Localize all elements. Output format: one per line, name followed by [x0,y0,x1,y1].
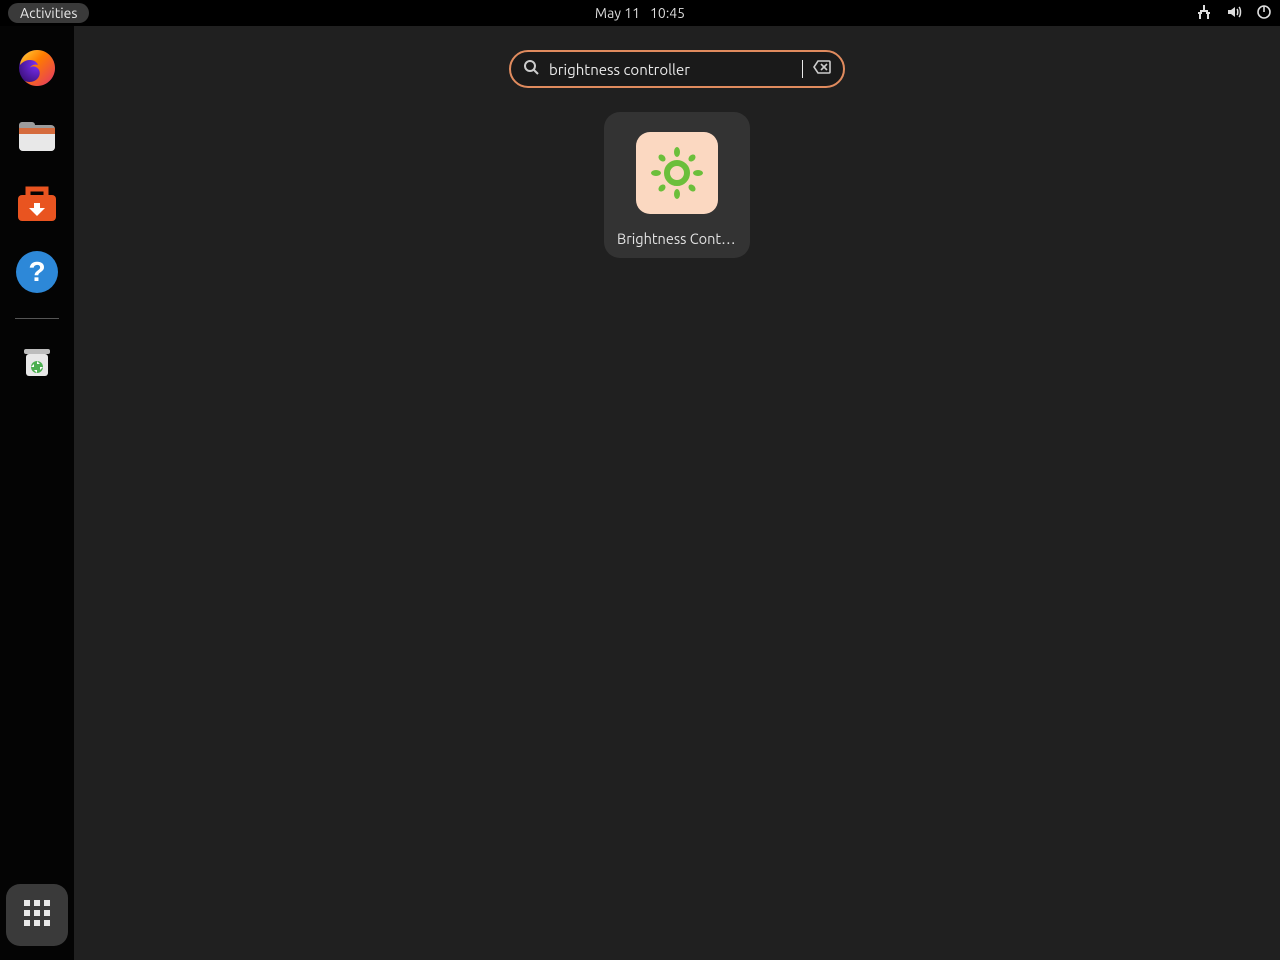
dock-app-software[interactable] [13,182,61,230]
help-icon: ? [14,249,60,299]
search-result-app[interactable]: Brightness Controller [604,112,750,258]
clock[interactable]: May 11 10:45 [595,5,685,21]
time-label: 10:45 [650,5,685,21]
activities-button[interactable]: Activities [8,3,89,23]
show-applications-button[interactable] [6,884,68,946]
activities-label: Activities [20,5,77,21]
files-icon [14,113,60,163]
dock-app-help[interactable]: ? [13,250,61,298]
dock-app-trash[interactable] [13,339,61,387]
search-box[interactable] [509,50,845,88]
grid-icon [22,898,52,932]
search-result-label: Brightness Controller [617,230,737,247]
dock-divider [15,318,59,319]
svg-text:?: ? [28,256,45,287]
network-icon[interactable] [1196,4,1212,23]
top-bar: Activities May 11 10:45 [0,0,1280,26]
brightness-controller-icon [636,132,718,214]
system-status-area[interactable] [1196,4,1272,23]
search-input[interactable] [549,61,800,78]
search-icon [523,59,539,79]
text-cursor [802,60,803,78]
dock-app-files[interactable] [13,114,61,162]
dock: ? [0,26,74,960]
activities-overview: Brightness Controller [74,26,1280,960]
date-label: May 11 [595,5,640,21]
firefox-icon [14,45,60,95]
power-icon[interactable] [1256,4,1272,23]
clear-search-icon[interactable] [813,60,831,78]
volume-icon[interactable] [1226,4,1242,23]
dock-app-firefox[interactable] [13,46,61,94]
ubuntu-software-icon [14,181,60,231]
trash-icon [15,339,59,387]
